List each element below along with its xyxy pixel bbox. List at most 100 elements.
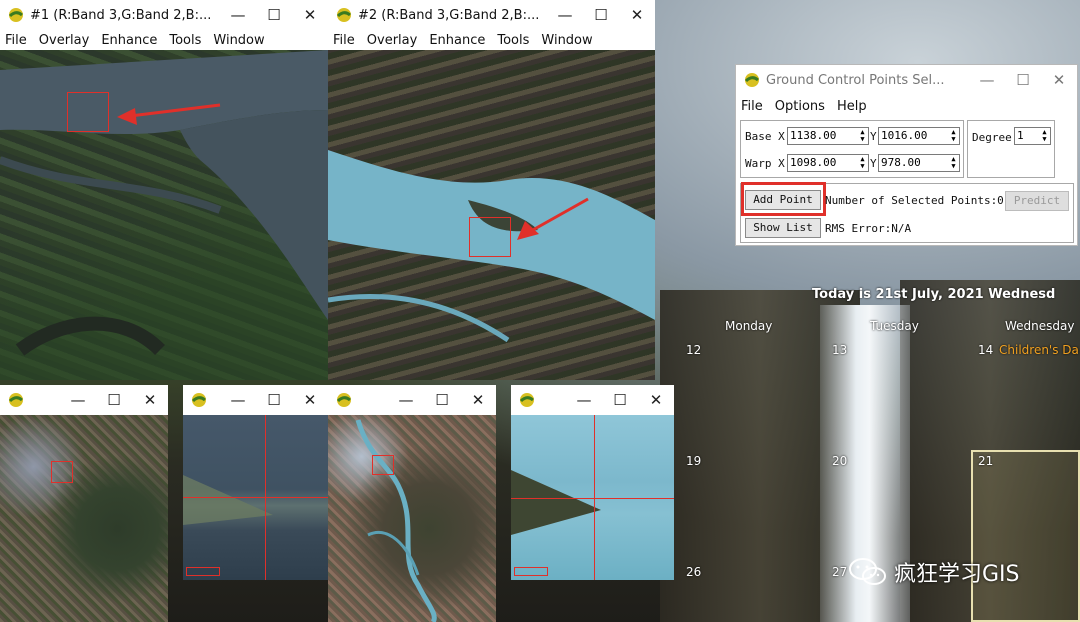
gcp-dialog[interactable]: Ground Control Points Sel... — ☐ ✕ File … (735, 64, 1078, 246)
zoom-window-2[interactable]: — ☐ ✕ (511, 385, 674, 580)
spinner-icon[interactable]: ▲ ▼ (949, 156, 958, 170)
menu-help[interactable]: Help (837, 99, 867, 114)
degree-field[interactable]: 1 ▲ ▼ (1014, 127, 1051, 145)
zoom-box[interactable] (67, 92, 109, 132)
spinner-icon[interactable]: ▲ ▼ (858, 156, 867, 170)
crosshair-horizontal (511, 498, 674, 499)
menu-file[interactable]: File (333, 33, 355, 48)
minimize-icon[interactable]: — (220, 391, 256, 409)
overview-window-1[interactable]: — ☐ ✕ (0, 385, 168, 622)
close-icon[interactable]: ✕ (619, 6, 655, 24)
envi-globe-icon (8, 8, 23, 22)
minimize-icon[interactable]: — (220, 6, 256, 24)
maximize-icon[interactable]: ☐ (96, 391, 132, 409)
river-shape (355, 419, 437, 622)
base-y-field[interactable]: 1016.00 ▲ ▼ (878, 127, 960, 145)
highlight-box (741, 182, 826, 216)
spinner-icon[interactable]: ▲ ▼ (949, 129, 958, 143)
menu-tools[interactable]: Tools (497, 33, 529, 48)
warp-x-field[interactable]: 1098.00 ▲ ▼ (787, 154, 869, 172)
image-window-2[interactable]: #2 (R:Band 3,G:Band 2,B:... — ☐ ✕ File O… (328, 0, 655, 380)
minimize-icon[interactable]: — (388, 391, 424, 409)
overview-image-1[interactable] (0, 415, 168, 622)
maximize-icon[interactable]: ☐ (583, 6, 619, 24)
calendar-today-cell[interactable] (971, 450, 1080, 622)
menu-enhance[interactable]: Enhance (429, 33, 485, 48)
menubar: File Overlay Enhance Tools Window (328, 30, 655, 50)
calendar-date: 13 (832, 343, 848, 357)
image-display-2[interactable] (328, 50, 655, 380)
close-icon[interactable]: ✕ (292, 6, 328, 24)
calendar-date: 26 (686, 565, 702, 579)
red-arrow-icon (517, 197, 589, 240)
base-x-field[interactable]: 1138.00 ▲ ▼ (787, 127, 869, 145)
calendar-date: 20 (832, 454, 848, 468)
spinner-icon[interactable]: ▲ ▼ (1040, 129, 1049, 143)
menu-file[interactable]: File (741, 99, 763, 114)
close-icon[interactable]: ✕ (1041, 71, 1077, 89)
base-x-label: Base X (745, 130, 785, 143)
overview-image-2[interactable] (328, 415, 496, 622)
overview-window-2[interactable]: — ☐ ✕ (328, 385, 496, 622)
degree-label: Degree (972, 131, 1012, 144)
titlebar[interactable]: #1 (R:Band 3,G:Band 2,B:... — ☐ ✕ (0, 0, 328, 30)
titlebar[interactable]: — ☐ ✕ (183, 385, 328, 415)
maximize-icon[interactable]: ☐ (602, 391, 638, 409)
warp-y-field[interactable]: 978.00 ▲ ▼ (878, 154, 960, 172)
menu-options[interactable]: Options (775, 99, 825, 114)
menu-enhance[interactable]: Enhance (101, 33, 157, 48)
calendar-date: 21 (978, 454, 994, 468)
window-title: #2 (R:Band 3,G:Band 2,B:... (358, 7, 540, 23)
close-icon[interactable]: ✕ (292, 391, 328, 409)
calendar-date: 14 (978, 343, 994, 357)
titlebar[interactable]: — ☐ ✕ (0, 385, 168, 415)
crosshair-horizontal (183, 497, 328, 498)
zoom-box[interactable] (469, 217, 511, 257)
minimize-icon[interactable]: — (969, 71, 1005, 89)
show-list-button[interactable]: Show List (745, 218, 821, 238)
close-icon[interactable]: ✕ (638, 391, 674, 409)
calendar-day-wednesday: Wednesday (1005, 319, 1075, 333)
zoom-controls[interactable] (186, 567, 220, 576)
menu-window[interactable]: Window (213, 33, 264, 48)
close-icon[interactable]: ✕ (460, 391, 496, 409)
zoom-image-2[interactable] (511, 415, 674, 580)
warp-y-label: Y (870, 157, 877, 170)
envi-globe-icon (191, 393, 206, 407)
close-icon[interactable]: ✕ (132, 391, 168, 409)
minimize-icon[interactable]: — (566, 391, 602, 409)
titlebar[interactable]: Ground Control Points Sel... — ☐ ✕ (736, 65, 1077, 95)
menu-tools[interactable]: Tools (169, 33, 201, 48)
menu-file[interactable]: File (5, 33, 27, 48)
maximize-icon[interactable]: ☐ (424, 391, 460, 409)
image-window-1[interactable]: #1 (R:Band 3,G:Band 2,B:... — ☐ ✕ File O… (0, 0, 328, 380)
envi-globe-icon (336, 393, 351, 407)
zoom-image-1[interactable] (183, 415, 328, 580)
envi-globe-icon (336, 8, 351, 22)
envi-globe-icon (8, 393, 23, 407)
titlebar[interactable]: — ☐ ✕ (328, 385, 496, 415)
red-arrow-icon (117, 103, 221, 125)
zoom-controls[interactable] (514, 567, 548, 576)
watermark: 疯狂学习GIS (848, 556, 1020, 588)
image-box[interactable] (372, 455, 394, 475)
maximize-icon[interactable]: ☐ (256, 6, 292, 24)
wechat-icon (849, 558, 886, 585)
image-display-1[interactable] (0, 50, 328, 380)
predict-button[interactable]: Predict (1005, 191, 1069, 211)
titlebar[interactable]: #2 (R:Band 3,G:Band 2,B:... — ☐ ✕ (328, 0, 655, 30)
minimize-icon[interactable]: — (60, 391, 96, 409)
spinner-icon[interactable]: ▲ ▼ (858, 129, 867, 143)
calendar-date: 19 (686, 454, 702, 468)
titlebar[interactable]: — ☐ ✕ (511, 385, 674, 415)
maximize-icon[interactable]: ☐ (1005, 71, 1041, 89)
envi-globe-icon (744, 73, 759, 87)
zoom-window-1[interactable]: — ☐ ✕ (183, 385, 328, 580)
menu-window[interactable]: Window (541, 33, 592, 48)
menu-overlay[interactable]: Overlay (39, 33, 90, 48)
maximize-icon[interactable]: ☐ (256, 391, 292, 409)
minimize-icon[interactable]: — (547, 6, 583, 24)
image-box[interactable] (51, 461, 73, 483)
selected-points-label: Number of Selected Points:0 (825, 194, 1004, 207)
menu-overlay[interactable]: Overlay (367, 33, 418, 48)
